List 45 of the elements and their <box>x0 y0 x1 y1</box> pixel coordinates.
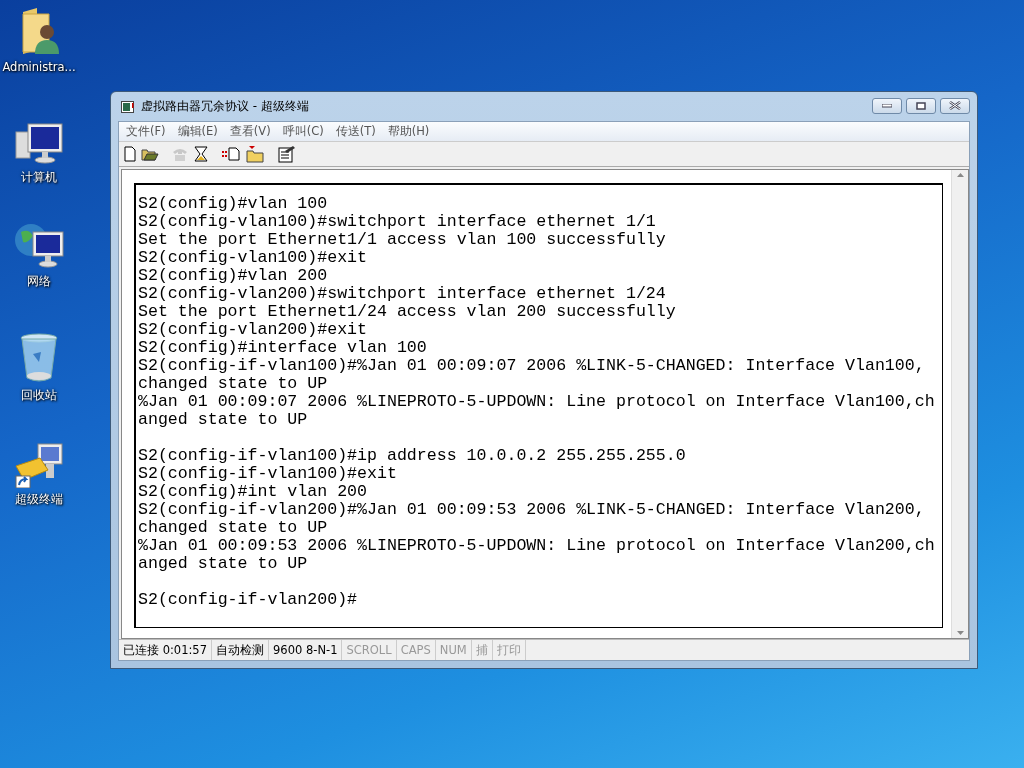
close-icon <box>949 101 961 110</box>
desktop-icon-label: 网络 <box>27 274 51 289</box>
menu-item[interactable]: 查看(V) <box>224 124 276 139</box>
computer-icon <box>14 122 64 166</box>
status-field: 9600 8-N-1 <box>269 640 343 660</box>
menu-item[interactable]: 编辑(E) <box>172 124 223 139</box>
menu-item[interactable]: 文件(F) <box>121 124 171 139</box>
status-field: NUM <box>435 640 472 660</box>
new-document-icon[interactable] <box>123 146 137 162</box>
desktop-icon-label: 超级终端 <box>15 492 63 507</box>
recycle-bin-icon <box>19 332 59 384</box>
desktop-icon-label: 计算机 <box>21 170 57 185</box>
desktop-shortcut[interactable]: Administra... <box>0 6 78 74</box>
desktop-icon-label: 回收站 <box>21 388 57 403</box>
maximize-button[interactable] <box>906 97 936 114</box>
phone-terminal-shortcut-icon <box>14 442 64 488</box>
desktop-shortcut[interactable]: 计算机 <box>0 122 78 185</box>
vertical-scrollbar[interactable] <box>951 170 968 638</box>
desktop-shortcut[interactable]: 网络 <box>0 222 78 289</box>
maximize-icon <box>916 101 926 110</box>
status-field: 捕 <box>471 640 493 660</box>
network-globe-icon <box>13 222 65 270</box>
terminal-output: S2(config)#vlan 100 S2(config-vlan100)#switchport interface ethernet 1/1 Set the port Ethernet1/1 access vlan 100 successfully S2(config-vlan100)#exit S2(config)#vlan 200 S2(config-vlan200)#switchport interface ethernet 1/24 Set the port Ethernet1/24 access vlan 200 successfully S2(config-vlan200)#exit S2(config)#interface vlan 100 S2(config-if-vlan100)#%Jan 01 00:09:07 2006 %LINK-5-CHANGED: Interface Vlan100, changed state to UP %Jan 01 00:09:07 2006 %LINEPROTO-5-UPDOWN: Line protocol on Interface Vlan100,ch anged state to UP S2(config-if-vlan100)#ip address 10.0.0.2 255.255.255.0 S2(config-if-vlan100)#exit S2(config)#int vlan 200 S2(config-if-vlan200)#%Jan 01 00:09:53 2006 %LINK-5-CHANGED: Interface Vlan200, changed state to UP %Jan 01 00:09:53 2006 %LINEPROTO-5-UPDOWN: Line protocol on Interface Vlan200,ch anged state to UP S2(config-if-vlan200)# <box>134 183 943 628</box>
scroll-up-icon[interactable] <box>955 170 965 180</box>
send-file-icon[interactable] <box>221 146 241 162</box>
status-field: SCROLL <box>342 640 397 660</box>
terminal-app-icon <box>121 100 135 113</box>
scroll-down-icon[interactable] <box>955 628 965 638</box>
desktop-icon-label: Administra... <box>2 60 76 74</box>
status-field: CAPS <box>396 640 436 660</box>
window-title: 虚拟路由器冗余协议 - 超级终端 <box>141 98 309 115</box>
desktop-shortcut[interactable]: 超级终端 <box>0 442 78 507</box>
status-field: 打印 <box>492 640 526 660</box>
close-button[interactable] <box>940 97 970 114</box>
menu-item[interactable]: 呼叫(C) <box>277 124 329 139</box>
status-field: 自动检测 <box>212 640 269 660</box>
menu-item[interactable]: 帮助(H) <box>382 124 435 139</box>
open-folder-icon[interactable] <box>141 146 159 162</box>
minimize-icon <box>882 103 892 108</box>
receive-folder-icon[interactable] <box>245 145 265 163</box>
status-field: 已连接 0:01:57 <box>119 640 212 660</box>
menu-item[interactable]: 传送(T) <box>330 124 381 139</box>
desktop-shortcut[interactable]: 回收站 <box>0 332 78 403</box>
properties-icon[interactable] <box>277 145 297 163</box>
minimize-button[interactable] <box>872 97 902 114</box>
